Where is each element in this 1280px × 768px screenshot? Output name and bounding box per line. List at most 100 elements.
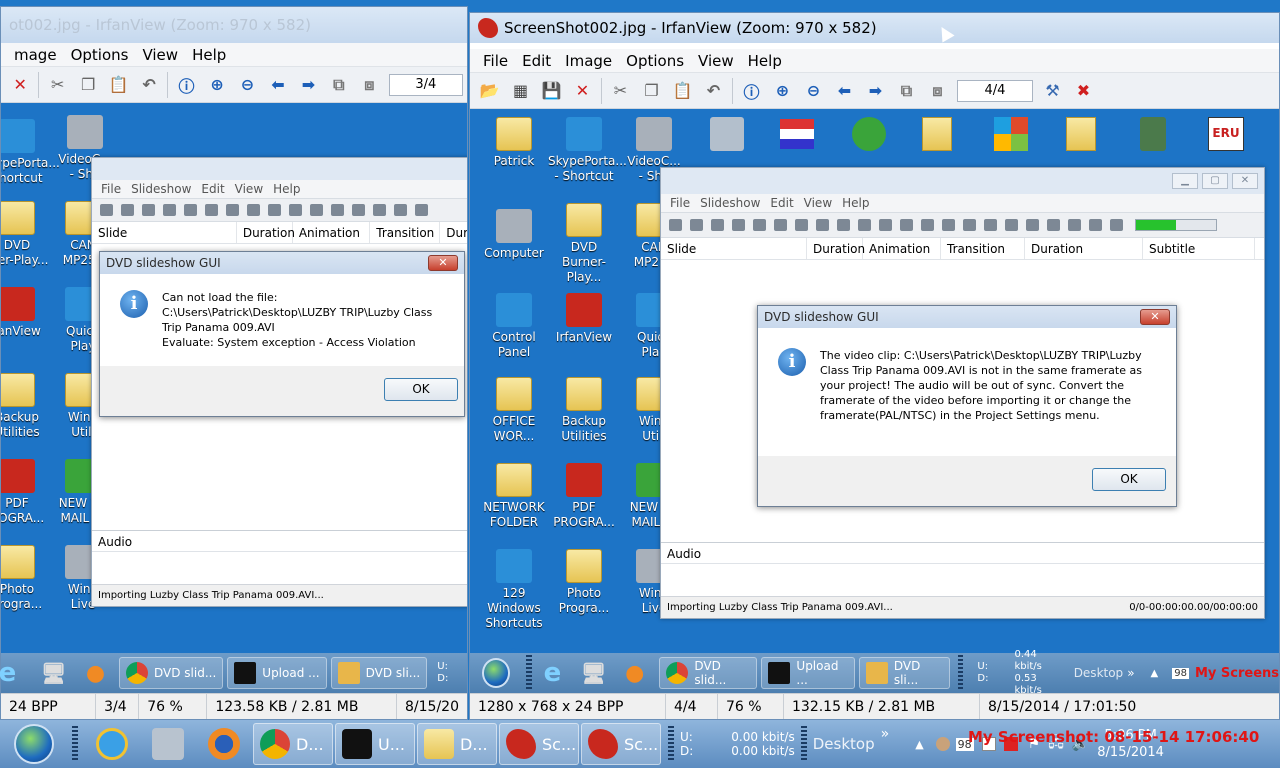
delete-icon[interactable]: ✕ bbox=[570, 78, 595, 103]
tray-app-icon[interactable] bbox=[935, 737, 950, 751]
taskbar-app-irfanview-1[interactable]: Sc... bbox=[499, 723, 579, 765]
taskbar-app-irfanview-2[interactable]: Sc... bbox=[581, 723, 661, 765]
dialog-close-button[interactable]: ✕ bbox=[428, 255, 458, 271]
audio-track[interactable] bbox=[92, 552, 467, 582]
tray-arrow-icon[interactable]: ▲ bbox=[915, 738, 923, 751]
menu-view[interactable]: View bbox=[142, 46, 178, 64]
previous-icon[interactable]: ⬅ bbox=[832, 78, 857, 103]
copy-icon[interactable] bbox=[858, 219, 871, 231]
irfanview-window-right[interactable]: ScreenShot002.jpg - IrfanView (Zoom: 970… bbox=[469, 12, 1280, 720]
col-subtitle[interactable]: Subtitle bbox=[1143, 238, 1255, 259]
col-slide[interactable]: Slide bbox=[92, 222, 237, 243]
open-icon[interactable] bbox=[690, 219, 703, 231]
new-icon[interactable] bbox=[100, 204, 113, 216]
tools-icon[interactable] bbox=[732, 219, 745, 231]
pen-icon[interactable] bbox=[984, 219, 997, 231]
col-duration-2[interactable]: Duration bbox=[1025, 238, 1143, 259]
firefox-icon[interactable]: ● bbox=[623, 661, 646, 686]
taskbar-pin-firefox[interactable] bbox=[196, 722, 252, 766]
open-icon[interactable]: 📂 bbox=[477, 78, 502, 103]
col-duration[interactable]: Duration bbox=[807, 238, 865, 259]
tray-arrow-icon[interactable]: ▲ bbox=[1151, 668, 1159, 679]
paste-icon[interactable]: 📋 bbox=[106, 72, 130, 97]
toolbar-chevron[interactable]: » bbox=[881, 726, 890, 742]
audio-track[interactable] bbox=[661, 564, 1264, 594]
paste-icon[interactable] bbox=[310, 204, 323, 216]
taskbar-app-chrome[interactable]: D... bbox=[253, 723, 333, 765]
thumbnails-icon[interactable]: ▦ bbox=[508, 78, 533, 103]
desktop-toolbar-label[interactable]: Desktop bbox=[1074, 666, 1124, 680]
save-icon[interactable]: 💾 bbox=[539, 78, 564, 103]
clapper-icon[interactable] bbox=[394, 204, 407, 216]
taskbar-button-dvd[interactable]: DVD sli... bbox=[330, 657, 428, 689]
music-icon[interactable] bbox=[774, 219, 787, 231]
cut-icon[interactable]: ✂ bbox=[608, 78, 633, 103]
ie-icon[interactable]: e bbox=[541, 658, 564, 688]
taskbar-app-folder[interactable]: D... bbox=[417, 723, 497, 765]
up-icon[interactable] bbox=[900, 219, 913, 231]
first-page-icon[interactable]: ⧉ bbox=[327, 72, 351, 97]
start-button[interactable] bbox=[14, 724, 54, 764]
paste-icon[interactable] bbox=[879, 219, 892, 231]
image-icon[interactable] bbox=[184, 204, 197, 216]
pen-icon[interactable] bbox=[415, 204, 428, 216]
last-page-icon[interactable]: ⧈ bbox=[925, 78, 950, 103]
maximize-icon[interactable]: ▢ bbox=[1202, 173, 1228, 189]
page-indicator[interactable]: 3/4 bbox=[388, 73, 464, 96]
zoom-out-icon[interactable]: ⊖ bbox=[235, 72, 259, 97]
col-animation[interactable]: Animation bbox=[863, 238, 941, 259]
ok-button[interactable]: OK bbox=[384, 378, 458, 401]
down-icon[interactable] bbox=[352, 204, 365, 216]
dvd-menu-file[interactable]: File bbox=[670, 196, 690, 210]
error-dialog[interactable]: DVD slideshow GUI ✕ i Can not load the f… bbox=[99, 251, 465, 417]
computer-icon[interactable]: 🖥 bbox=[581, 661, 606, 686]
dvd-menu-edit[interactable]: Edit bbox=[770, 196, 793, 210]
picture-icon[interactable] bbox=[942, 219, 955, 231]
menu-options[interactable]: Options bbox=[626, 52, 684, 70]
taskbar-app-upload[interactable]: U... bbox=[335, 723, 415, 765]
cut-icon[interactable]: ✂ bbox=[45, 72, 69, 97]
taskbar-button-chrome[interactable]: DVD slid... bbox=[119, 657, 224, 689]
copy-icon[interactable] bbox=[289, 204, 302, 216]
col-duration-2[interactable]: Dur bbox=[440, 222, 467, 243]
settings-icon[interactable]: ⚒ bbox=[1040, 78, 1065, 103]
menu-image[interactable]: Image bbox=[565, 52, 612, 70]
menu-help[interactable]: Help bbox=[192, 46, 226, 64]
minimize-icon[interactable]: ▁ bbox=[1172, 173, 1198, 189]
taskbar-pin-ie[interactable] bbox=[84, 722, 140, 766]
taskbar-button-chrome[interactable]: DVD slid... bbox=[659, 657, 758, 689]
menu-file[interactable]: File bbox=[483, 52, 508, 70]
audio-icon[interactable] bbox=[1005, 219, 1018, 231]
ok-button[interactable]: OK bbox=[1092, 468, 1166, 491]
menu-image[interactable]: mage bbox=[14, 46, 57, 64]
save-icon[interactable] bbox=[142, 204, 155, 216]
cut-icon[interactable] bbox=[268, 204, 281, 216]
undo-icon[interactable]: ↶ bbox=[701, 78, 726, 103]
down-icon[interactable] bbox=[921, 219, 934, 231]
next-icon[interactable]: ➡ bbox=[863, 78, 888, 103]
info-icon[interactable]: ⓘ bbox=[174, 72, 198, 97]
menu-view[interactable]: View bbox=[698, 52, 734, 70]
info-icon[interactable]: ⓘ bbox=[739, 78, 764, 103]
film-icon[interactable] bbox=[1089, 219, 1102, 231]
first-page-icon[interactable]: ⧉ bbox=[894, 78, 919, 103]
next-icon[interactable]: ➡ bbox=[296, 72, 320, 97]
undo-icon[interactable]: ↶ bbox=[137, 72, 161, 97]
help-icon[interactable] bbox=[1110, 219, 1123, 231]
preview-icon[interactable] bbox=[1026, 219, 1039, 231]
dvd-menu-file[interactable]: File bbox=[101, 182, 121, 196]
col-transition[interactable]: Transition bbox=[941, 238, 1025, 259]
image-icon[interactable] bbox=[753, 219, 766, 231]
text-icon[interactable] bbox=[795, 219, 808, 231]
close-icon[interactable]: ✕ bbox=[1232, 173, 1258, 189]
last-page-icon[interactable]: ⧈ bbox=[357, 72, 381, 97]
computer-icon[interactable]: 🖥 bbox=[41, 661, 66, 686]
delete-icon[interactable]: ✕ bbox=[8, 72, 32, 97]
dvd-menu-slideshow[interactable]: Slideshow bbox=[700, 196, 760, 210]
menu-help[interactable]: Help bbox=[748, 52, 782, 70]
dvd-menu-help[interactable]: Help bbox=[273, 182, 300, 196]
dvd-menu-edit[interactable]: Edit bbox=[201, 182, 224, 196]
menu-edit[interactable]: Edit bbox=[522, 52, 551, 70]
taskbar-button-dvd[interactable]: DVD sli... bbox=[858, 657, 950, 689]
irfanview-window-left[interactable]: ot002.jpg - IrfanView (Zoom: 970 x 582) … bbox=[0, 6, 468, 720]
